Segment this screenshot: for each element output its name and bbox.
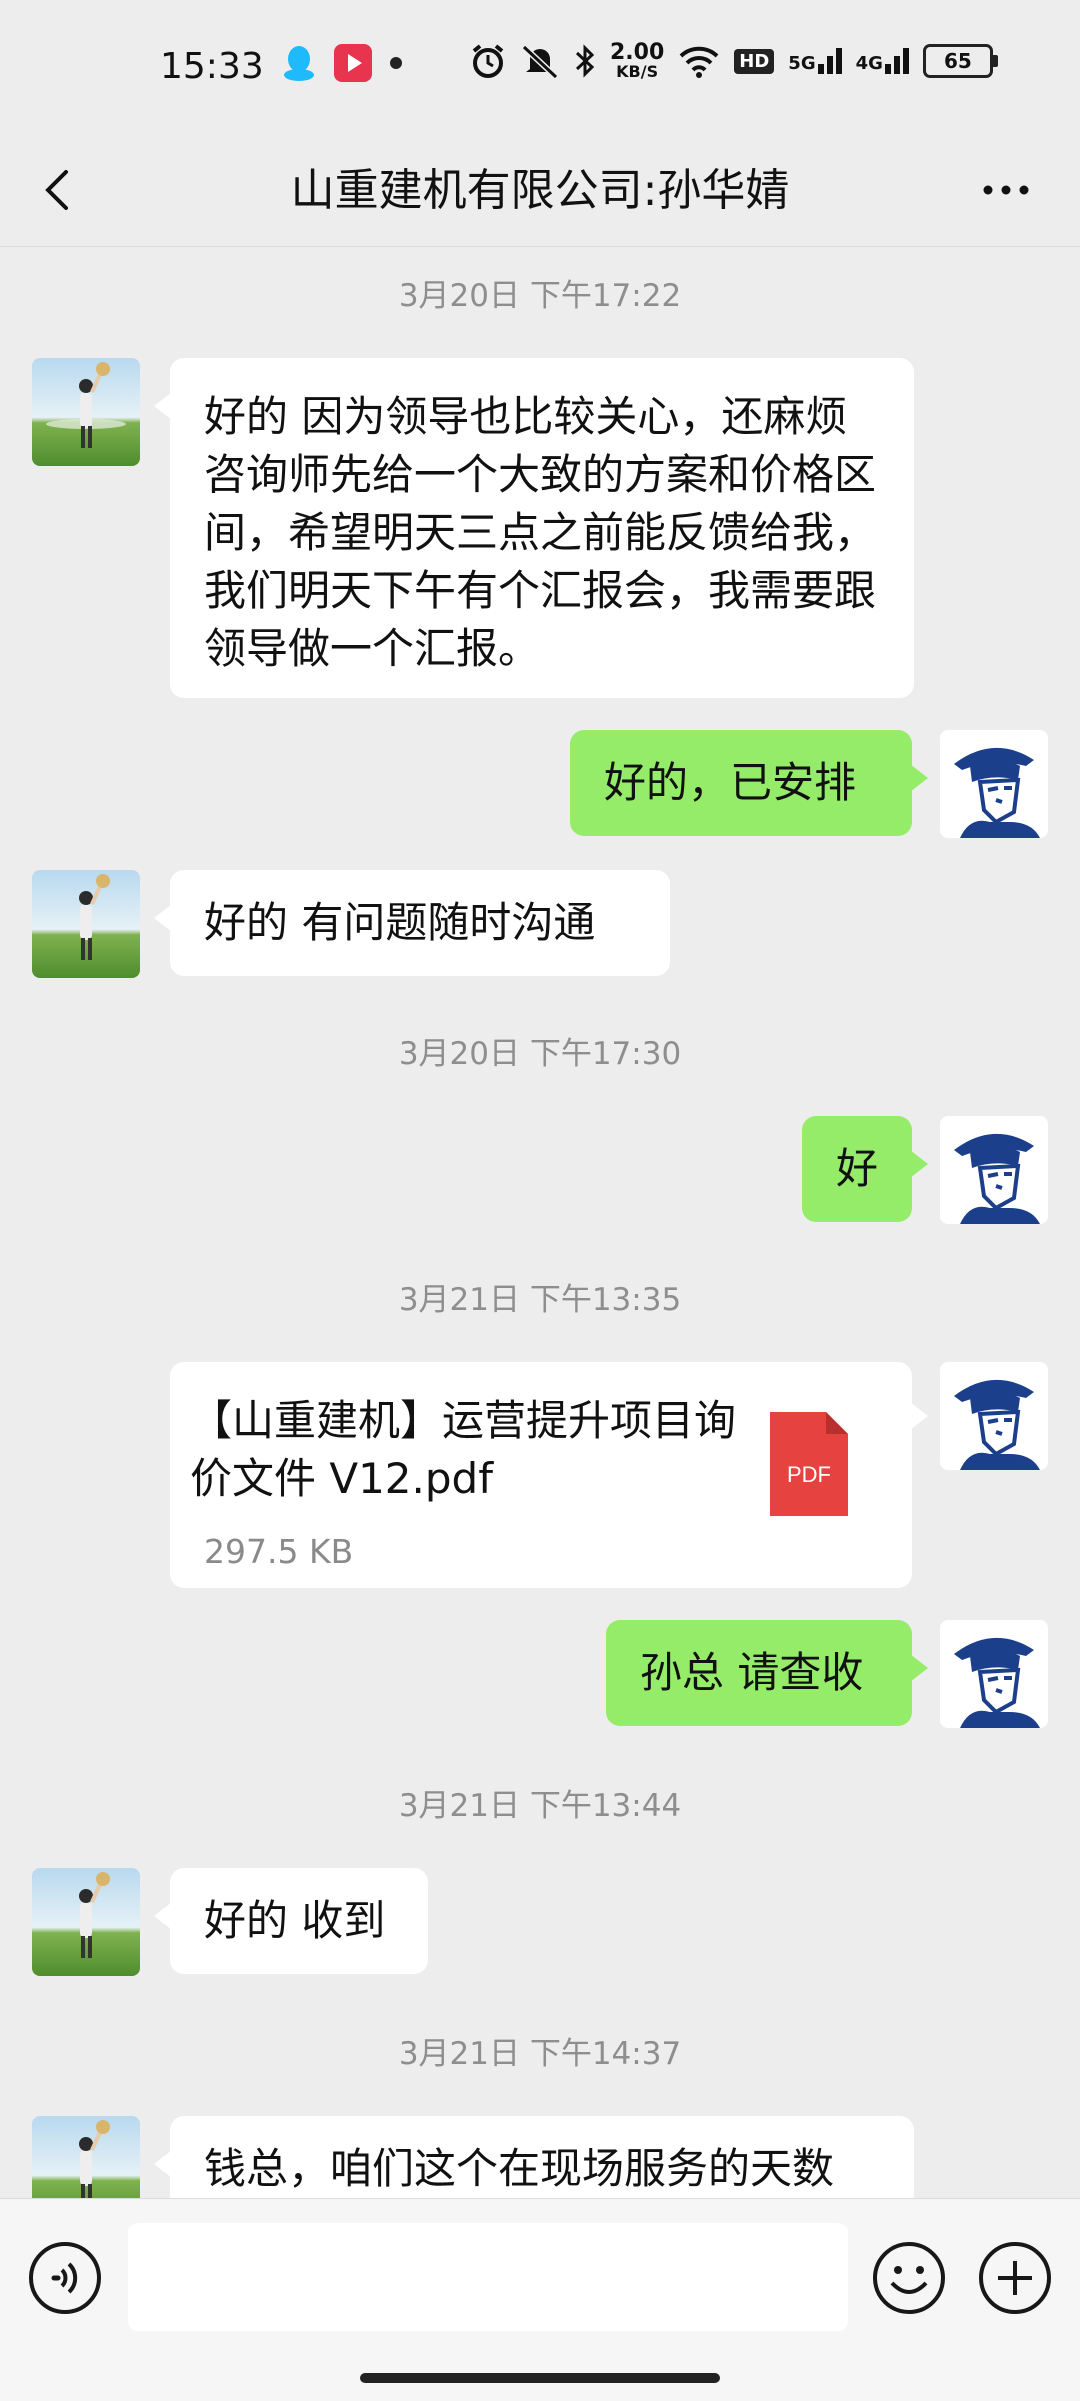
input-bar xyxy=(0,2198,1080,2401)
chat-header: 山重建机有限公司:孙华婧 xyxy=(0,140,1080,247)
my-avatar[interactable] xyxy=(940,1620,1048,1728)
system-icons: 2.00 KB/S HD 5G 4G 65 xyxy=(470,42,998,80)
my-avatar[interactable] xyxy=(940,1362,1048,1470)
signal-bars-icon xyxy=(817,48,842,74)
message-list[interactable]: 3月20日 下午17:22 好的 因为领导也比较关心，还麻烦咨询师先给一个大致的… xyxy=(0,248,1080,2198)
contact-avatar[interactable] xyxy=(32,358,140,466)
chat-title: 山重建机有限公司:孙华婧 xyxy=(290,165,790,216)
mute-icon xyxy=(521,44,559,79)
message-bubble-outgoing[interactable]: 好的，已安排 xyxy=(570,730,928,836)
file-size: 297.5 KB xyxy=(204,1532,354,1571)
home-indicator[interactable] xyxy=(360,2373,720,2383)
message-input[interactable] xyxy=(128,2223,848,2331)
alarm-icon xyxy=(472,44,504,78)
pdf-icon: PDF xyxy=(770,1412,848,1516)
status-time: 15:33 xyxy=(160,46,264,87)
more-dots-icon[interactable] xyxy=(976,160,1036,220)
message-timestamp: 3月20日 下午17:22 xyxy=(398,278,682,314)
message-timestamp: 3月20日 下午17:30 xyxy=(398,1036,682,1072)
message-bubble-outgoing[interactable]: 孙总 请查收 xyxy=(606,1620,928,1726)
emoji-icon[interactable] xyxy=(870,2239,948,2317)
message-timestamp: 3月21日 下午14:37 xyxy=(398,2036,682,2072)
message-timestamp: 3月21日 下午13:35 xyxy=(398,1282,682,1318)
contact-avatar[interactable] xyxy=(32,2116,140,2198)
file-name: 【山重建机】运营提升项目询价文件 V12.pdf xyxy=(190,1396,737,1503)
network-speed-unit: KB/S xyxy=(616,62,659,81)
qq-icon xyxy=(284,46,314,81)
status-bar: 15:33 2.00 KB/S HD 5G 4G 65 xyxy=(0,0,1080,140)
signal-5g-label: 5G xyxy=(788,53,816,74)
bluetooth-icon xyxy=(575,44,595,78)
hd-voice-badge: HD xyxy=(734,48,775,74)
message-bubble-incoming[interactable]: 钱总，咱们这个在现场服务的天数 xyxy=(154,2116,914,2198)
plus-icon[interactable] xyxy=(976,2239,1054,2317)
video-app-icon xyxy=(334,44,372,82)
pdf-badge-label: PDF xyxy=(787,1462,831,1487)
contact-avatar[interactable] xyxy=(32,870,140,978)
my-avatar[interactable] xyxy=(940,1116,1048,1224)
file-message[interactable]: 【山重建机】运营提升项目询价文件 V12.pdf 297.5 KB PDF xyxy=(170,1362,928,1588)
notification-icons xyxy=(282,44,402,82)
network-speed: 2.00 KB/S xyxy=(610,42,664,80)
voice-icon[interactable] xyxy=(26,2239,104,2317)
signal-4g: 4G xyxy=(856,48,909,74)
message-bubble-outgoing[interactable]: 好 xyxy=(802,1116,928,1222)
message-bubble-incoming[interactable]: 好的 因为领导也比较关心，还麻烦咨询师先给一个大致的方案和价格区间，希望明天三点… xyxy=(154,358,914,698)
more-notifications-dot xyxy=(390,57,402,69)
battery-indicator: 65 xyxy=(922,44,998,78)
message-timestamp: 3月21日 下午13:44 xyxy=(398,1788,682,1824)
message-bubble-incoming[interactable]: 好的 有问题随时沟通 xyxy=(154,870,670,976)
signal-4g-label: 4G xyxy=(855,53,883,74)
message-bubble-incoming[interactable]: 好的 收到 xyxy=(154,1868,428,1974)
signal-5g: 5G xyxy=(788,48,842,74)
network-speed-value: 2.00 xyxy=(610,40,665,65)
my-avatar[interactable] xyxy=(940,730,1048,838)
wifi-icon xyxy=(679,46,719,78)
signal-bars-icon xyxy=(884,48,909,74)
contact-avatar[interactable] xyxy=(32,1868,140,1976)
